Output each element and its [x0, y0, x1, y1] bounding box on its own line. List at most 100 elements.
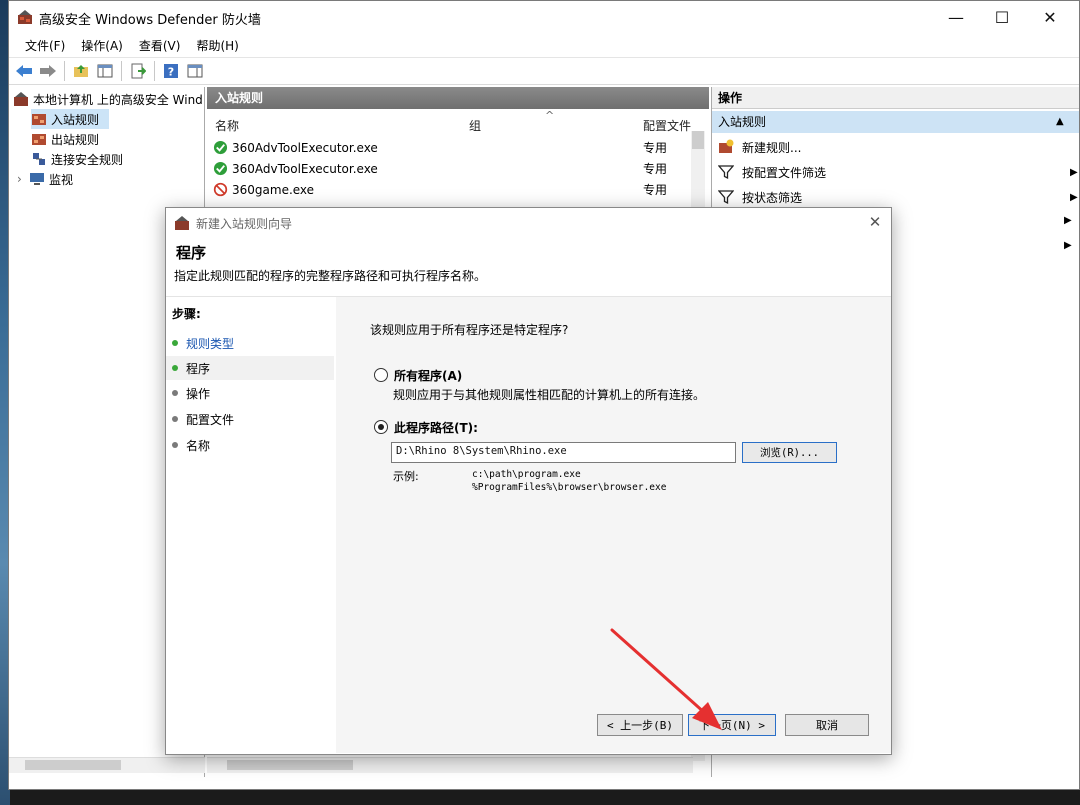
submenu-arrow-icon: ▶	[1070, 191, 1078, 203]
table-row[interactable]: 360AdvToolExecutor.exe 专用	[213, 158, 693, 179]
step-pending-dot-icon	[172, 416, 178, 422]
minimize-button[interactable]: —	[933, 1, 979, 33]
block-rule-icon	[213, 182, 228, 197]
connection-security-icon	[33, 153, 45, 165]
close-button[interactable]: ✕	[1027, 1, 1073, 33]
actions-section-label: 入站规则	[718, 115, 767, 129]
step-label: 配置文件	[186, 412, 235, 427]
menu-file[interactable]: 文件(F)	[17, 35, 73, 56]
wizard-steps-pane: 步骤: 规则类型 程序 操作 配置文件 名称	[166, 297, 336, 753]
show-hide-tree-button[interactable]	[94, 60, 116, 82]
wizard-close-button[interactable]: ✕	[864, 212, 886, 232]
collapse-icon[interactable]: ▲	[1056, 111, 1064, 133]
action-label: 按配置文件筛选	[742, 165, 827, 180]
export-list-button[interactable]	[127, 60, 149, 82]
tree-root-label: 本地计算机 上的高级安全 Wind	[33, 92, 203, 107]
step-label: 程序	[186, 361, 211, 376]
maximize-button[interactable]: ☐	[979, 1, 1025, 33]
tree-item-label: 监视	[49, 172, 74, 187]
table-row[interactable]: 360AdvToolExecutor.exe 专用	[213, 137, 693, 158]
column-header-profile[interactable]: 配置文件	[643, 117, 691, 134]
menu-view[interactable]: 查看(V)	[131, 35, 189, 56]
list-horizontal-scrollbar[interactable]	[207, 757, 693, 773]
step-label: 操作	[186, 386, 211, 401]
export-icon	[131, 63, 146, 79]
arrow-left-icon	[16, 65, 32, 77]
step-current-dot-icon	[172, 365, 178, 371]
action-pane-icon	[187, 64, 203, 78]
rule-name: 360AdvToolExecutor.exe	[232, 140, 378, 155]
show-hide-action-pane-button[interactable]	[184, 60, 206, 82]
action-filter-by-state[interactable]: 按状态筛选 ▶	[718, 185, 1078, 209]
column-header-name[interactable]: 名称	[215, 117, 239, 134]
example-path-2: %ProgramFiles%\browser\browser.exe	[472, 482, 667, 493]
filter-icon	[718, 190, 734, 205]
action-filter-by-profile[interactable]: 按配置文件筛选 ▶	[718, 160, 1078, 184]
scroll-thumb[interactable]	[25, 760, 121, 770]
submenu-arrow-icon[interactable]: ▶	[1064, 215, 1072, 226]
step-done-dot-icon	[172, 340, 178, 346]
this-program-path-label[interactable]: 此程序路径(T):	[394, 419, 478, 436]
example-label: 示例:	[393, 470, 419, 483]
rule-profile: 专用	[643, 183, 668, 197]
step-pending-dot-icon	[172, 390, 178, 396]
back-button[interactable]	[13, 60, 35, 82]
toolbar-separator	[121, 61, 122, 81]
rule-name: 360game.exe	[232, 182, 315, 197]
menu-help[interactable]: 帮助(H)	[188, 35, 246, 56]
up-folder-button[interactable]	[70, 60, 92, 82]
step-name: 名称	[166, 433, 334, 457]
tree-root[interactable]: 本地计算机 上的高级安全 Wind	[13, 89, 203, 109]
arrow-right-icon	[40, 65, 56, 77]
radio-this-program-path[interactable]	[374, 420, 388, 434]
list-scroll-thumb[interactable]	[692, 131, 704, 149]
cancel-button[interactable]: 取消	[785, 714, 869, 736]
expand-chevron-icon[interactable]: ›	[17, 172, 29, 186]
step-rule-type[interactable]: 规则类型	[166, 331, 334, 355]
wizard-title: 新建入站规则向导	[196, 217, 293, 231]
filter-icon	[718, 165, 734, 180]
firewall-app-icon	[175, 216, 189, 230]
help-icon: ?	[164, 64, 178, 79]
tree-item-outbound-rules[interactable]: 出站规则	[31, 129, 99, 149]
tree-item-inbound-rules[interactable]: 入站规则	[31, 109, 109, 129]
wizard-heading: 程序	[176, 244, 207, 262]
tree-item-label: 入站规则	[51, 112, 100, 127]
radio-all-programs[interactable]	[374, 368, 388, 382]
table-row[interactable]: 360game.exe 专用	[213, 179, 693, 200]
monitor-icon	[30, 173, 44, 185]
tree-horizontal-scrollbar[interactable]	[9, 757, 205, 773]
tree-item-label: 连接安全规则	[51, 152, 124, 167]
allow-rule-icon	[213, 161, 228, 176]
browse-button[interactable]: 浏览(R)...	[742, 442, 837, 463]
submenu-arrow-icon[interactable]: ▶	[1064, 240, 1072, 251]
step-program[interactable]: 程序	[166, 356, 334, 380]
example-path-1: c:\path\program.exe	[472, 469, 581, 480]
svg-text:?: ?	[168, 66, 174, 79]
tree-item-connection-security-rules[interactable]: 连接安全规则	[31, 149, 123, 169]
action-new-rule[interactable]: 新建规则...	[718, 135, 801, 159]
actions-section-inbound-rules[interactable]: 入站规则 ▲	[712, 111, 1079, 133]
all-programs-label[interactable]: 所有程序(A)	[394, 367, 462, 384]
step-action: 操作	[166, 381, 334, 405]
toolbar: ?	[9, 57, 1079, 85]
wizard-title-bar: 新建入站规则向导 ✕	[166, 208, 891, 236]
step-label: 名称	[186, 438, 211, 453]
toolbar-separator	[64, 61, 65, 81]
column-header-group[interactable]: 组	[469, 117, 481, 134]
annotation-arrow-icon	[610, 628, 722, 730]
help-button[interactable]: ?	[160, 60, 182, 82]
toolbar-separator	[154, 61, 155, 81]
title-bar: 高级安全 Windows Defender 防火墙 — ☐ ✕	[9, 1, 1079, 33]
menu-action[interactable]: 操作(A)	[73, 35, 131, 56]
menu-bar: 文件(F) 操作(A) 查看(V) 帮助(H)	[9, 33, 1079, 57]
program-path-input[interactable]: D:\Rhino 8\System\Rhino.exe	[391, 442, 736, 463]
firewall-app-icon	[18, 10, 32, 24]
wizard-subheading: 指定此规则匹配的程序的完整程序路径和可执行程序名称。	[174, 269, 487, 283]
scroll-thumb[interactable]	[227, 760, 353, 770]
action-label: 新建规则...	[742, 140, 802, 155]
step-label: 规则类型	[186, 336, 235, 351]
tree-item-monitoring[interactable]: › 监视	[17, 169, 73, 189]
step-profile: 配置文件	[166, 407, 334, 431]
forward-button[interactable]	[37, 60, 59, 82]
